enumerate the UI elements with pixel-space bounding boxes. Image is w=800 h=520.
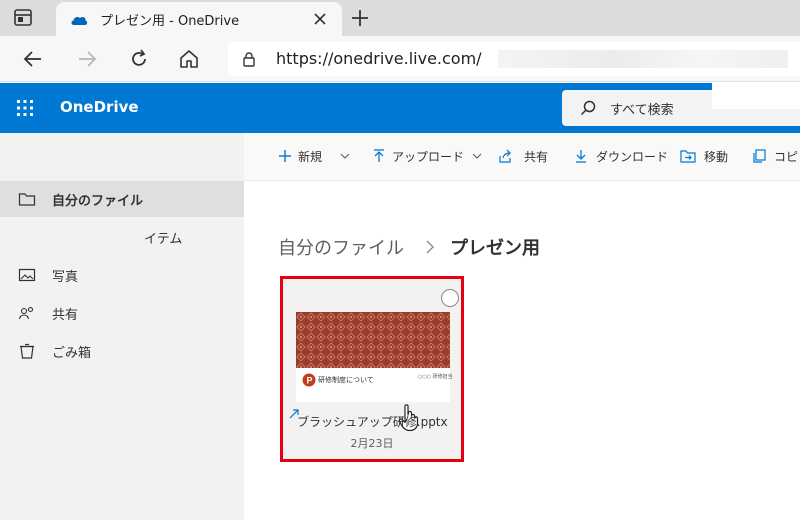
- url-text: https://onedrive.live.com/: [276, 49, 482, 68]
- move-label: 移動: [704, 150, 729, 164]
- powerpoint-icon: P: [302, 373, 316, 387]
- slide-pattern-image: [296, 312, 450, 368]
- trash-icon: [18, 343, 36, 359]
- download-icon: [576, 150, 586, 163]
- lock-icon[interactable]: [242, 51, 256, 67]
- upload-button[interactable]: アップロード: [372, 147, 484, 167]
- share-label: 共有: [524, 150, 549, 164]
- search-placeholder: すべて検索: [610, 103, 674, 118]
- nav-item-photos[interactable]: 写真: [0, 257, 244, 293]
- nav-item-recycle-bin[interactable]: ごみ箱: [0, 333, 244, 369]
- download-label: ダウンロード: [596, 150, 669, 164]
- tab-actions-icon[interactable]: [12, 7, 36, 29]
- breadcrumb-my-files[interactable]: 自分のファイル: [278, 234, 404, 260]
- onedrive-header: OneDrive すべて検索: [0, 83, 800, 133]
- share-button[interactable]: 共有: [498, 147, 554, 167]
- file-modified-date: 2月23日: [350, 437, 394, 450]
- folder-icon: [18, 191, 36, 207]
- photo-icon: [18, 267, 36, 283]
- slide-note: ○○○ 研修担当: [418, 374, 453, 380]
- download-button[interactable]: ダウンロード: [574, 147, 670, 167]
- select-checkbox[interactable]: [441, 289, 459, 307]
- copy-label: コピ: [774, 150, 799, 164]
- chevron-right-icon: [426, 240, 434, 254]
- command-bar: 新規 アップロード 共有 ダウンロード 移動 コピ: [244, 133, 800, 181]
- nav-item-recent[interactable]: イテム: [0, 219, 244, 255]
- file-name[interactable]: ブラッシュアップ研修.pptx: [297, 413, 448, 430]
- browser-toolbar: https://onedrive.live.com/: [0, 36, 800, 82]
- new-label: 新規: [298, 150, 323, 164]
- move-folder-icon: [680, 150, 696, 163]
- search-icon: [580, 100, 596, 116]
- copy-button[interactable]: コピ: [752, 147, 800, 167]
- breadcrumb-current-folder: プレゼン用: [450, 238, 540, 259]
- close-tab-icon[interactable]: [312, 11, 328, 27]
- nav-item-shared[interactable]: 共有: [0, 295, 244, 331]
- new-button[interactable]: 新規: [278, 147, 356, 167]
- nav-label-recent: イテム: [144, 232, 183, 247]
- people-icon: [18, 305, 36, 321]
- move-button[interactable]: 移動: [680, 147, 740, 167]
- nav-label-photos: 写真: [52, 270, 79, 285]
- app-launcher-icon[interactable]: [16, 99, 34, 117]
- redacted-nav-text: [16, 228, 142, 246]
- tab-title: プレゼン用 - OneDrive: [100, 14, 240, 29]
- left-navigation: 自分のファイル イテム 写真 共有 ごみ箱: [0, 133, 244, 520]
- file-thumbnail[interactable]: P 研修制度について ○○○ 研修担当: [296, 312, 453, 432]
- back-arrow-icon[interactable]: [22, 48, 44, 70]
- copy-icon: [753, 149, 766, 163]
- new-tab-plus-icon[interactable]: [350, 8, 370, 28]
- nav-label-shared: 共有: [52, 308, 79, 323]
- upload-arrow-icon: [374, 149, 384, 162]
- onedrive-cloud-icon: [70, 12, 88, 26]
- file-tile[interactable]: P 研修制度について ○○○ 研修担当 ブラッシュアップ研修.pptx 2月23…: [280, 276, 464, 462]
- plus-icon: [279, 150, 291, 162]
- redacted-header-area: [712, 83, 800, 109]
- slide-caption: 研修制度について: [318, 376, 374, 384]
- upload-label: アップロード: [392, 150, 465, 164]
- app-brand[interactable]: OneDrive: [60, 98, 139, 116]
- share-icon: [499, 149, 511, 163]
- nav-label-recycle-bin: ごみ箱: [52, 346, 92, 361]
- nav-item-my-files[interactable]: 自分のファイル: [0, 181, 244, 217]
- browser-tab-active[interactable]: プレゼン用 - OneDrive: [56, 2, 342, 36]
- browser-tab-strip: プレゼン用 - OneDrive: [0, 0, 800, 36]
- address-bar[interactable]: https://onedrive.live.com/: [228, 42, 800, 76]
- forward-arrow-icon[interactable]: [76, 48, 98, 70]
- svg-text:P: P: [307, 376, 313, 386]
- chevron-down-icon: [472, 153, 482, 159]
- nav-label-my-files: 自分のファイル: [52, 194, 144, 209]
- home-icon[interactable]: [178, 48, 200, 70]
- chevron-down-icon: [340, 153, 350, 159]
- redacted-url-area: [498, 50, 788, 68]
- refresh-icon[interactable]: [128, 48, 150, 70]
